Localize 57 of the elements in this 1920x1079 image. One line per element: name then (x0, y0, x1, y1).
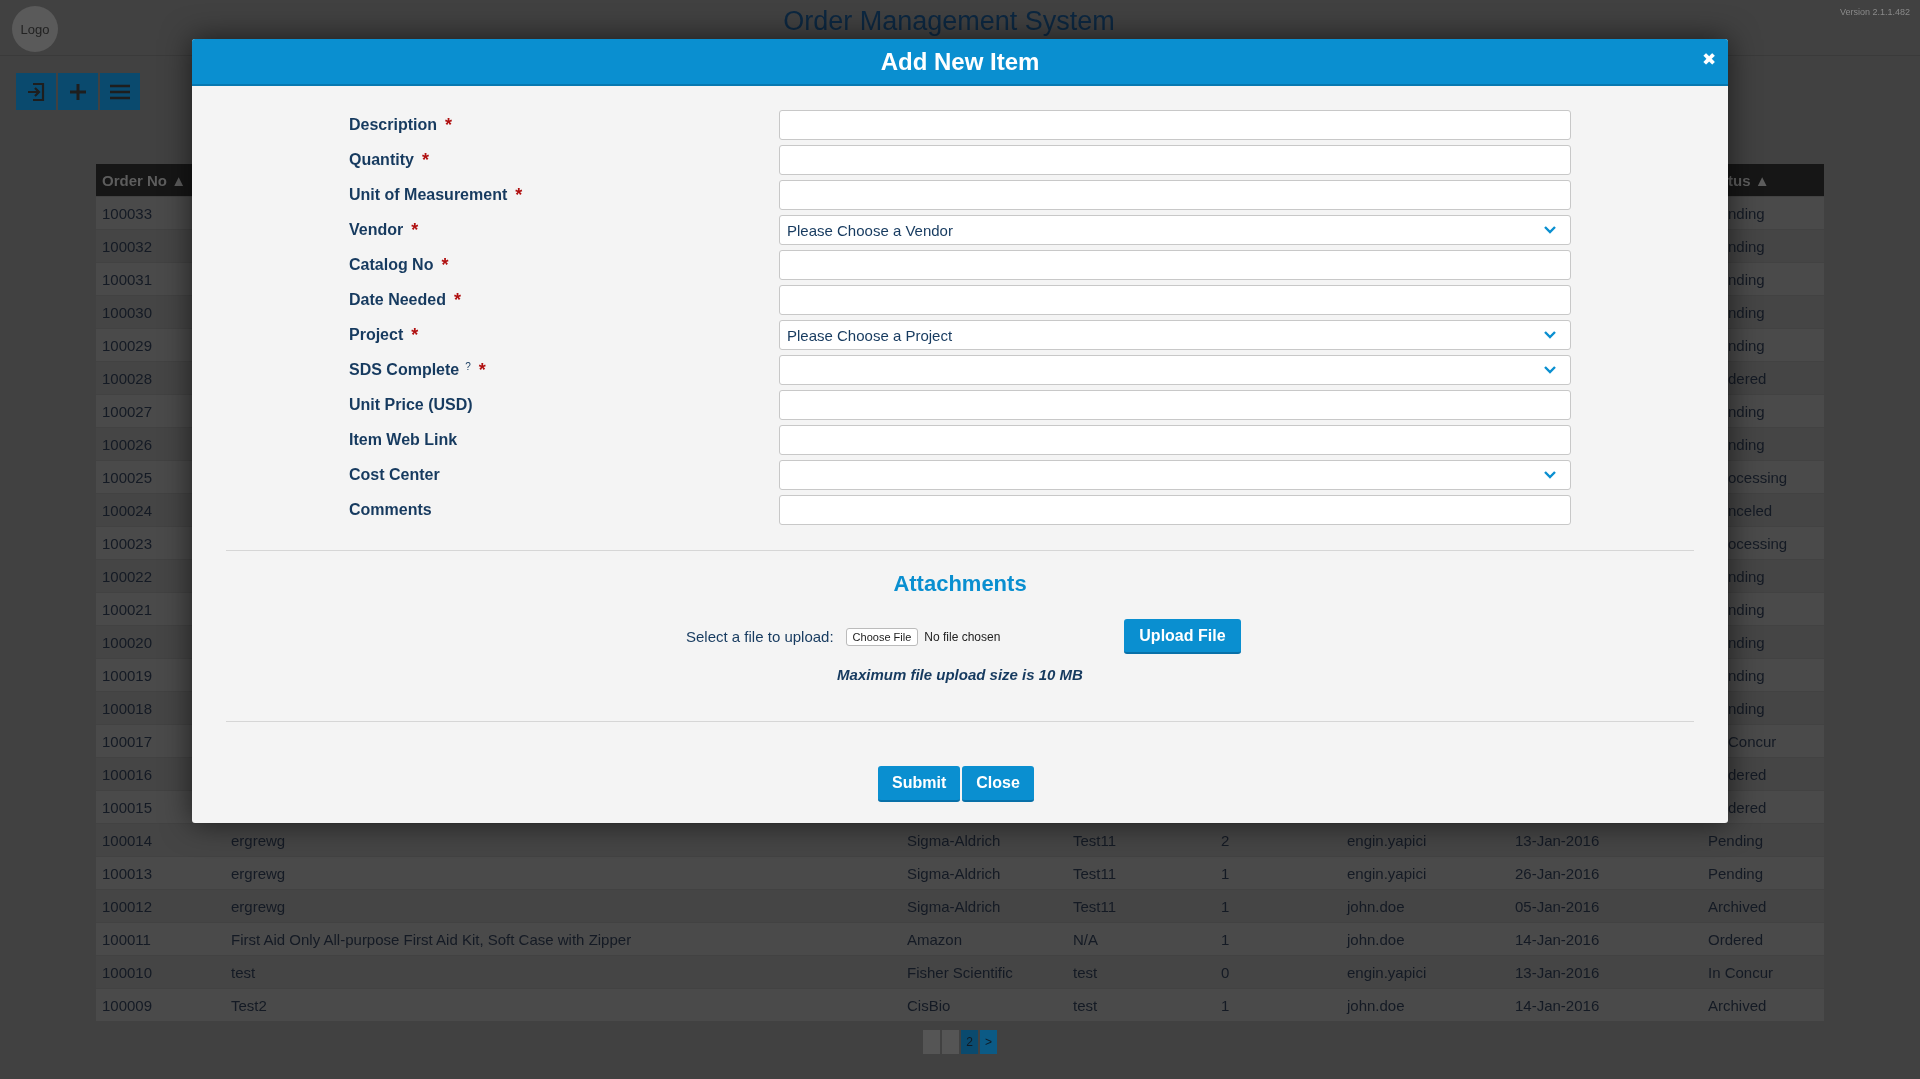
field-label: Vendor (349, 221, 404, 239)
select-field[interactable]: Please Choose a Project (779, 320, 1571, 350)
dialog-title: Add New Item (880, 47, 1040, 76)
chevron-down-icon (1544, 366, 1556, 374)
required-mark: * (421, 151, 429, 169)
chevron-down-icon (1544, 471, 1556, 479)
field-label: Date Needed (349, 291, 446, 309)
login-icon (27, 81, 45, 102)
chevron-down-icon (1544, 331, 1556, 339)
required-mark: * (453, 291, 461, 309)
menu-button[interactable] (100, 73, 140, 110)
file-status-text: No file chosen (924, 629, 1002, 644)
input-field[interactable] (779, 110, 1571, 140)
field-label: SDS Complete (349, 361, 460, 379)
field-label: Quantity (349, 151, 414, 169)
input-field[interactable] (779, 145, 1571, 175)
logo[interactable]: Logo (12, 6, 58, 52)
field-label: Project (349, 326, 404, 344)
submit-button[interactable]: Submit (878, 766, 961, 802)
required-mark: * (411, 221, 419, 239)
login-button[interactable] (16, 73, 56, 110)
choose-file-button[interactable]: Choose File (845, 627, 919, 646)
upload-file-button[interactable]: Upload File (1124, 619, 1241, 654)
field-label: Unit of Measurement (349, 186, 508, 204)
select-field[interactable] (779, 355, 1571, 385)
add-button[interactable] (58, 73, 98, 110)
select-field[interactable]: Please Choose a Vendor (779, 215, 1571, 245)
plus-icon (69, 82, 87, 101)
select-field[interactable] (779, 460, 1571, 490)
chevron-down-icon (1544, 226, 1556, 234)
field-label: Description (349, 116, 437, 134)
input-field[interactable] (779, 250, 1571, 280)
required-mark: * (515, 186, 523, 204)
field-label: Unit Price (USD) (349, 396, 473, 414)
upload-size-note: Maximum file upload size is 10 MB (836, 666, 1084, 683)
input-field[interactable] (779, 495, 1571, 525)
field-label: Comments (349, 501, 432, 519)
field-label: Item Web Link (349, 431, 458, 449)
attachments-heading: Attachments (892, 571, 1028, 597)
field-label: Catalog No (349, 256, 434, 274)
page-button[interactable]: 2 (961, 1030, 978, 1054)
required-mark: * (445, 116, 453, 134)
input-field[interactable] (779, 390, 1571, 420)
input-field[interactable] (779, 425, 1571, 455)
required-mark: * (411, 326, 419, 344)
version-text: Version 2.1.1.482 (1839, 7, 1910, 17)
upload-label: Select a file to upload: (686, 628, 834, 645)
required-mark: * (441, 256, 449, 274)
required-mark: * (478, 361, 486, 379)
help-mark[interactable]: ? (465, 361, 471, 372)
menu-icon (110, 83, 130, 100)
field-label: Cost Center (349, 466, 440, 484)
input-field[interactable] (779, 285, 1571, 315)
input-field[interactable] (779, 180, 1571, 210)
close-dialog-button[interactable]: Close (962, 766, 1034, 802)
page-button[interactable]: > (980, 1030, 997, 1054)
close-button[interactable]: ✖ (1702, 49, 1716, 70)
